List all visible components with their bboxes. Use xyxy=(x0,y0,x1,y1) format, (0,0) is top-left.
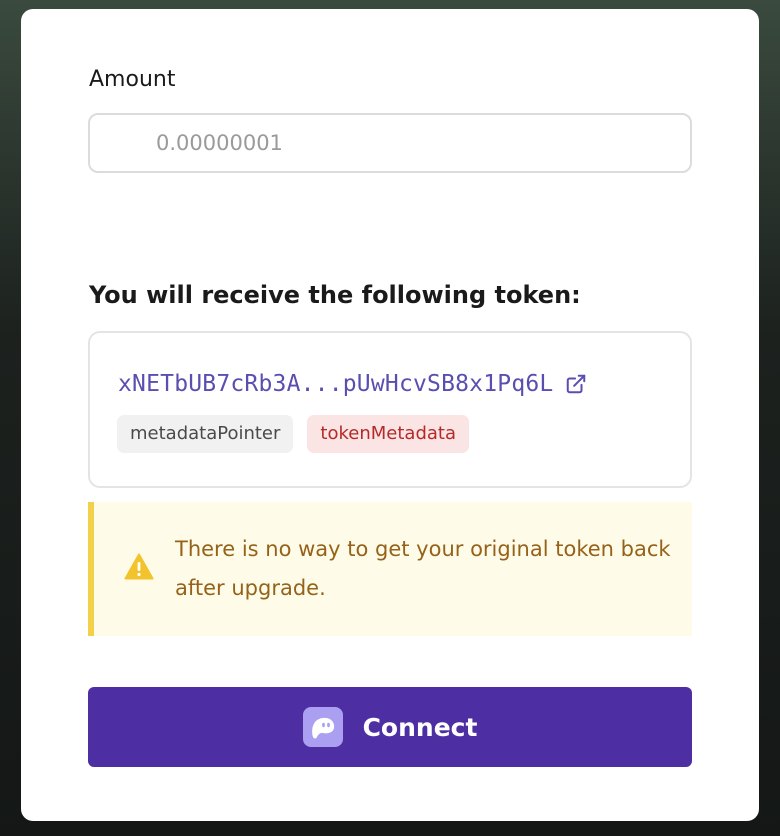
upgrade-card: Amount You will receive the following to… xyxy=(21,9,759,821)
token-address-link[interactable]: xNETbUB7cRb3A...pUwHcvSB8x1Pq6L xyxy=(118,371,587,397)
receive-heading: You will receive the following token: xyxy=(89,281,581,309)
warning-triangle-icon xyxy=(124,553,154,580)
connect-label: Connect xyxy=(362,712,478,742)
tag-metadata-pointer: metadataPointer xyxy=(117,415,294,453)
phantom-ghost-icon xyxy=(302,707,343,747)
amount-input[interactable] xyxy=(88,113,692,173)
warning-text: There is no way to get your original tok… xyxy=(175,537,671,600)
external-link-icon[interactable] xyxy=(565,373,587,395)
connect-button[interactable]: Connect xyxy=(88,687,692,767)
tag-token-metadata: tokenMetadata xyxy=(307,415,469,453)
warning-callout: There is no way to get your original tok… xyxy=(88,502,692,636)
amount-label: Amount xyxy=(89,67,176,92)
token-info-box: xNETbUB7cRb3A...pUwHcvSB8x1Pq6L metadata… xyxy=(88,331,692,488)
token-address: xNETbUB7cRb3A...pUwHcvSB8x1Pq6L xyxy=(118,371,554,397)
extension-tags: metadataPointer tokenMetadata xyxy=(117,415,469,453)
